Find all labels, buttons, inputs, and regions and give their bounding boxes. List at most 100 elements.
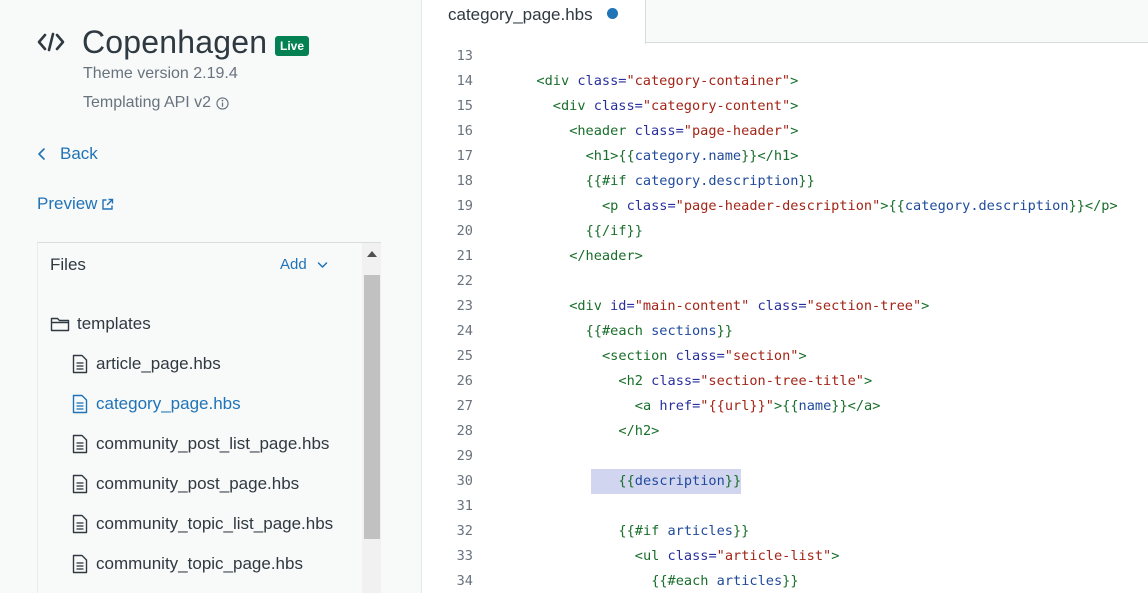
line-code: <div class="category-container"> [536, 69, 798, 94]
code-token: "category-container" [626, 73, 791, 89]
file-icon [72, 354, 88, 374]
line-code: {{/if}} [586, 219, 643, 244]
code-token: </header> [569, 248, 643, 264]
add-file-button[interactable]: Add [280, 256, 328, 273]
theme-name: Copenhagen [82, 24, 268, 60]
file-item[interactable]: article_page.hbs [71, 354, 221, 374]
add-file-label: Add [280, 256, 307, 273]
code-line: 28 </h2> [423, 419, 1148, 444]
tab-category-page[interactable]: category_page.hbs [423, 0, 646, 44]
code-token: > [831, 548, 840, 564]
sidebar: Copenhagen Live Theme version 2.19.4 Tem… [0, 0, 422, 593]
code-line: 34 {{#each articles}} [423, 569, 1148, 593]
code-token: "section-tree" [806, 298, 922, 314]
code-token: class= [675, 348, 725, 364]
code-token: <a [634, 398, 652, 414]
code-token: <div [552, 98, 586, 114]
code-token: class= [667, 548, 717, 564]
line-number: 22 [456, 273, 473, 289]
line-number: 21 [456, 248, 473, 264]
file-item[interactable]: category_page.hbs [71, 394, 241, 414]
code-line: 30 {{description}} [423, 469, 1148, 494]
folder-label: templates [77, 314, 151, 333]
code-token: {{#if [618, 523, 660, 539]
scrollbar[interactable] [362, 243, 381, 593]
code-line: 20 {{/if}} [423, 219, 1148, 244]
line-code: {{#each articles}} [651, 569, 798, 593]
line-code: {{#if articles}} [618, 519, 749, 544]
theme-version: Theme version 2.19.4 [83, 65, 238, 82]
code-token: }} [724, 473, 742, 489]
code-token: "section-tree-title" [700, 373, 864, 389]
code-token: "page-header-description" [675, 198, 881, 214]
code-line: 19 <p class="page-header-description">{{c… [423, 194, 1148, 219]
line-number: 23 [456, 298, 473, 314]
code-token: {{ [618, 473, 635, 489]
file-item[interactable]: community_topic_page.hbs [71, 554, 303, 574]
code-token: {{ [782, 398, 799, 414]
code-line: 18 {{#if category.description}} [423, 169, 1148, 194]
code-token: {{#each [585, 323, 643, 339]
scroll-up-arrow-icon[interactable] [367, 251, 377, 257]
info-icon[interactable] [216, 96, 229, 110]
code-line: 31 [423, 494, 1148, 519]
code-token: class= [634, 123, 684, 139]
code-token: <div [536, 73, 570, 89]
code-line: 32 {{#if articles}} [423, 519, 1148, 544]
line-code: <div class="category-content"> [553, 94, 799, 119]
back-link[interactable]: Back [37, 144, 98, 164]
code-token: "{{url}}" [700, 398, 774, 414]
line-number: 14 [456, 73, 473, 89]
file-label: community_post_list_page.hbs [96, 434, 330, 453]
file-icon [72, 554, 88, 574]
code-token: href= [659, 398, 701, 414]
file-label: community_post_page.hbs [96, 474, 300, 493]
code-token: </p> [1084, 198, 1118, 214]
code-token: category.name [634, 148, 742, 164]
line-code: </h2> [618, 419, 659, 444]
line-number: 15 [456, 98, 473, 114]
file-label: community_topic_page.hbs [96, 554, 303, 573]
chevron-down-icon [317, 261, 327, 268]
line-number: 28 [456, 423, 473, 439]
code-token: }} [798, 173, 815, 189]
code-token: }} [741, 148, 758, 164]
preview-link[interactable]: Preview [37, 194, 114, 214]
line-number: 34 [456, 573, 473, 589]
code-token: > [773, 398, 783, 414]
code-editor: category_page.hbs 13 14 <div class="catego… [423, 0, 1148, 593]
code-token: > [863, 373, 873, 389]
line-number: 18 [456, 173, 473, 189]
code-line: 13 [423, 44, 1148, 69]
scroll-thumb[interactable] [364, 275, 380, 539]
code-token: {{ [618, 148, 635, 164]
code-token: name [798, 398, 832, 414]
templating-api: Templating API v2 [83, 94, 229, 112]
file-item[interactable]: community_post_page.hbs [71, 474, 299, 494]
code-token: articles [716, 573, 783, 589]
code-line: 14 <div class="category-container"> [423, 69, 1148, 94]
files-panel: Files Add templates article_page.hbs cate… [37, 242, 381, 593]
code-token: </h1> [757, 148, 799, 164]
file-item[interactable]: community_post_list_page.hbs [71, 434, 329, 454]
line-code: <ul class="article-list"> [635, 544, 840, 569]
file-item[interactable]: community_topic_list_page.hbs [71, 514, 333, 534]
line-code: <h1>{{category.name}}</h1> [586, 144, 799, 169]
code-line: 21 </header> [423, 244, 1148, 269]
code-area[interactable]: 13 14 <div class="category-container"> 15 <d… [423, 44, 1148, 593]
line-number: 33 [456, 548, 473, 564]
line-number: 16 [456, 123, 473, 139]
code-token: <header [569, 123, 627, 139]
line-number: 31 [456, 498, 473, 514]
folder-templates[interactable]: templates [50, 314, 151, 334]
code-line: 16 <header class="page-header"> [423, 119, 1148, 144]
line-code: {{#each sections}} [586, 319, 733, 344]
line-code: <div id="main-content" class="section-tr… [569, 294, 929, 319]
code-token: <p [602, 198, 619, 214]
code-token: "page-header" [683, 123, 791, 139]
